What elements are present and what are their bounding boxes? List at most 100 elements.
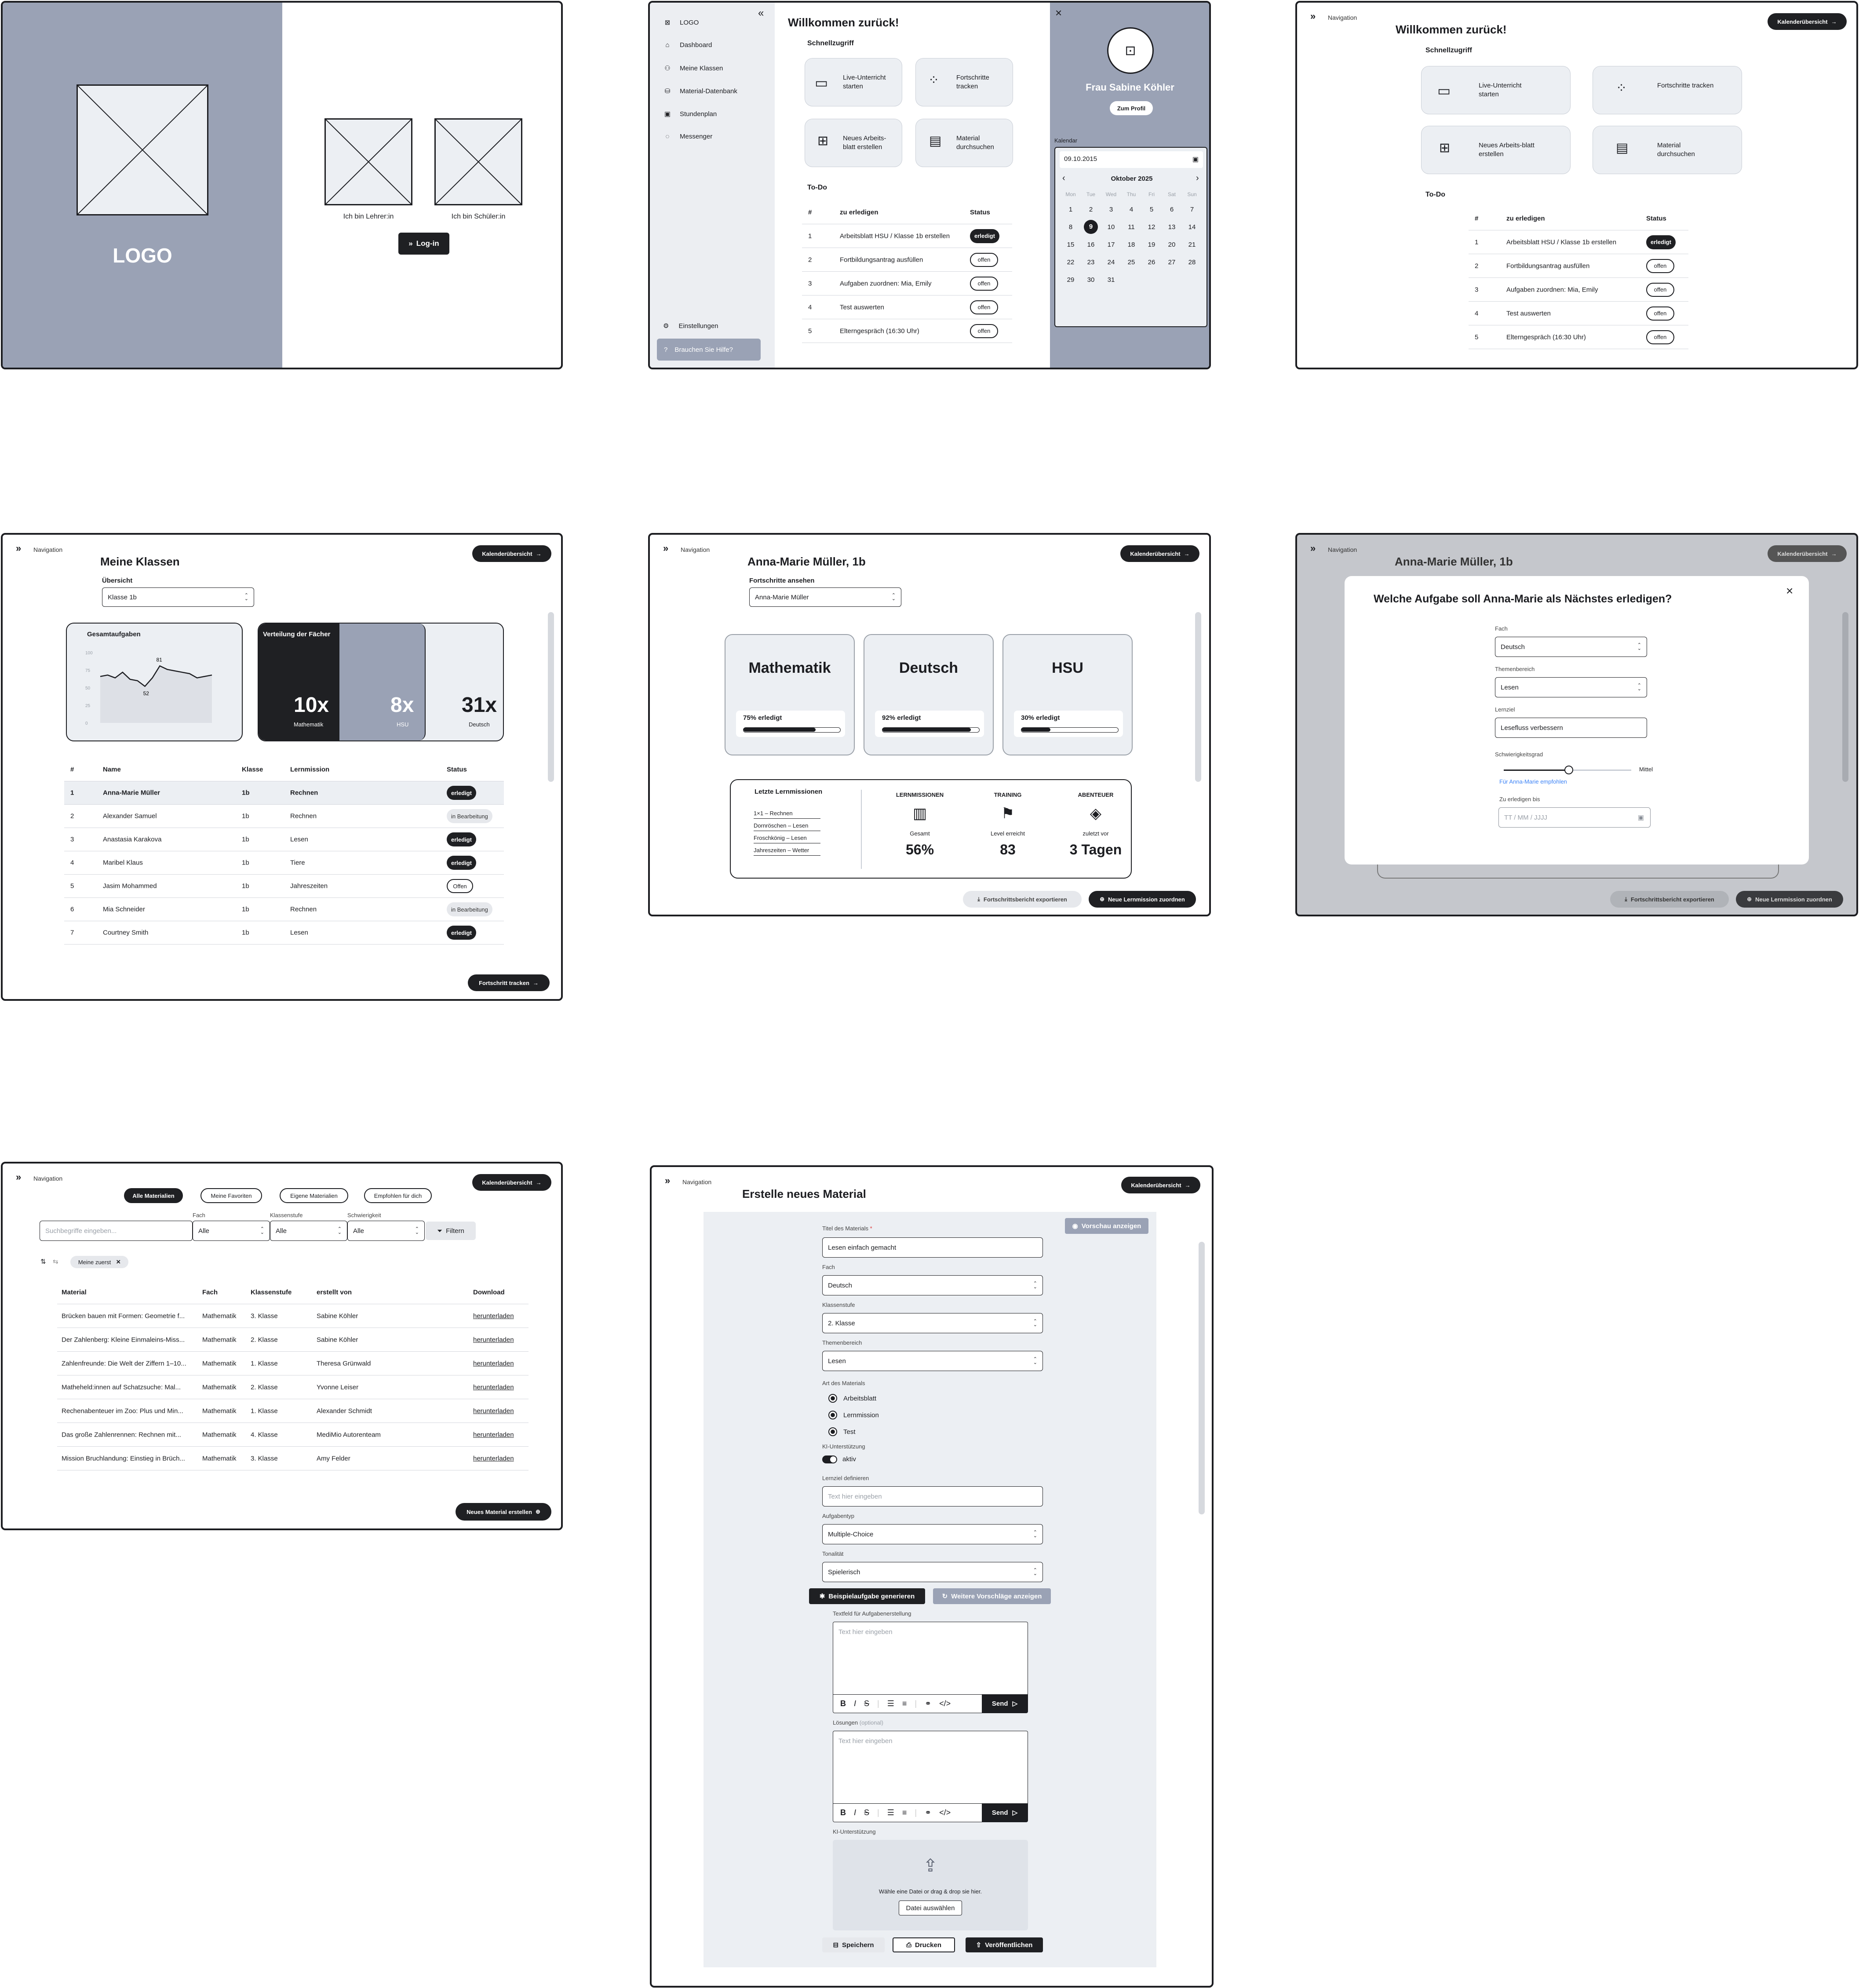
topic-select[interactable]: Lesen: [1495, 677, 1647, 697]
tone-select[interactable]: Spielerisch: [822, 1562, 1043, 1582]
calendar-day[interactable]: 19: [1141, 236, 1162, 253]
mission-item[interactable]: Froschkönig – Lesen: [754, 835, 820, 843]
todo-row[interactable]: 3 Aufgaben zuordnen: Mia, Emily offen: [802, 272, 1012, 295]
search-input[interactable]: Suchbegriffe eingeben...: [40, 1221, 193, 1241]
export-report-button[interactable]: ⤓ Fortschrittsbericht exportieren: [963, 891, 1082, 908]
profile-button[interactable]: Zum Profil: [1110, 101, 1153, 115]
recommended-link[interactable]: Für Anna-Marie empfohlen: [1499, 778, 1567, 785]
assign-mission-button[interactable]: ⊕ Neue Lernmission zuordnen: [1736, 891, 1843, 908]
bold-icon[interactable]: B: [840, 1808, 846, 1817]
ai-toggle[interactable]: [822, 1455, 837, 1463]
calendar-day[interactable]: 29: [1061, 271, 1081, 288]
calendar-day[interactable]: 25: [1121, 253, 1141, 271]
status-badge[interactable]: offen: [970, 252, 998, 267]
subject-card[interactable]: HSU 30% erledigt: [1002, 634, 1133, 755]
bullet-list-icon[interactable]: ☰: [887, 1699, 894, 1708]
table-row[interactable]: 7 Courtney Smith 1b Lesen erledigt: [64, 921, 504, 945]
material-type-radio[interactable]: Lernmission: [828, 1411, 879, 1419]
login-button[interactable]: » Log-in: [398, 233, 449, 255]
todo-row[interactable]: 1 Arbeitsblatt HSU / Klasse 1b erstellen e…: [1469, 230, 1688, 254]
status-badge[interactable]: offen: [1646, 259, 1674, 273]
link-icon[interactable]: ⚭: [925, 1699, 931, 1708]
calendar-day[interactable]: 24: [1101, 253, 1121, 271]
calendar-day[interactable]: 22: [1061, 253, 1081, 271]
nav-label[interactable]: Navigation: [682, 1178, 711, 1186]
table-row[interactable]: Brücken bauen mit Formen: Geometrie f...…: [57, 1304, 529, 1328]
download-link[interactable]: herunterladen: [473, 1407, 514, 1415]
mission-item[interactable]: 1×1 – Rechnen: [754, 810, 820, 819]
sidebar-item-2[interactable]: ⚇ Meine Klassen: [663, 64, 723, 73]
nav-expand-icon[interactable]: »: [16, 1171, 21, 1183]
goal-input[interactable]: Leseﬂuss verbessern: [1495, 718, 1647, 738]
upload-dropzone[interactable]: ⇪ Wähle eine Datei or drag & drop sie hi…: [833, 1840, 1028, 1930]
calendar-day[interactable]: 15: [1061, 236, 1081, 253]
link-icon[interactable]: ⚭: [925, 1808, 931, 1817]
todo-row[interactable]: 4 Test auswerten offen: [1469, 302, 1688, 325]
table-row[interactable]: Zahlenfreunde: Die Welt der Ziffern 1–10…: [57, 1352, 529, 1375]
italic-icon[interactable]: I: [854, 1699, 856, 1708]
todo-row[interactable]: 2 Fortbildungsantrag ausfüllen offen: [1469, 254, 1688, 278]
todo-row[interactable]: 5 Elterngespräch (16:30 Uhr) offen: [1469, 325, 1688, 349]
choose-file-button[interactable]: Datei auswählen: [899, 1900, 962, 1915]
help-button[interactable]: ? Brauchen Sie Hilfe?: [657, 339, 761, 361]
calendar-next-icon[interactable]: ›: [1196, 173, 1199, 183]
tile-live[interactable]: ▭ Live-Unterricht starten: [1421, 66, 1571, 114]
status-badge[interactable]: erledigt: [447, 856, 476, 870]
assign-mission-button[interactable]: ⊕ Neue Lernmission zuordnen: [1089, 891, 1196, 908]
calendar-day[interactable]: 1: [1061, 201, 1081, 218]
filter-tab[interactable]: Empfohlen für dich: [364, 1188, 432, 1203]
nav-expand-icon[interactable]: »: [663, 543, 668, 554]
status-badge[interactable]: offen: [970, 276, 998, 291]
code-icon[interactable]: </>: [939, 1808, 951, 1817]
calendar-day[interactable]: 20: [1162, 236, 1182, 253]
table-row[interactable]: Rechenabenteuer im Zoo: Plus und Min... M…: [57, 1399, 529, 1423]
nav-label[interactable]: Navigation: [33, 546, 62, 553]
calendar-day[interactable]: 21: [1182, 236, 1202, 253]
preview-button[interactable]: ◉ Vorschau anzeigen: [1065, 1218, 1148, 1234]
material-type-radio[interactable]: Arbeitsblatt: [828, 1394, 876, 1403]
todo-row[interactable]: 4 Test auswerten offen: [802, 295, 1012, 319]
sort-icon[interactable]: ⇅: [40, 1258, 46, 1266]
material-type-radio[interactable]: Test: [828, 1427, 856, 1436]
tile-new-sheet[interactable]: ⊞ Neues Arbeits-blatt erstellen: [805, 119, 902, 167]
numbered-list-icon[interactable]: ≡: [902, 1699, 907, 1708]
nav-expand-icon[interactable]: »: [16, 543, 21, 554]
calendar-overview-button[interactable]: Kalenderübersicht →: [1768, 13, 1847, 30]
bullet-list-icon[interactable]: ☰: [887, 1808, 894, 1817]
calendar-day[interactable]: 23: [1081, 253, 1101, 271]
nav-label[interactable]: Navigation: [1328, 546, 1357, 553]
teacher-image[interactable]: [324, 118, 412, 205]
teacher-label[interactable]: Ich bin Lehrer:in: [324, 213, 412, 221]
download-link[interactable]: herunterladen: [473, 1360, 514, 1367]
calendar-day[interactable]: 8: [1061, 218, 1081, 236]
table-row[interactable]: 4 Maribel Klaus 1b Tiere erledigt: [64, 851, 504, 875]
mission-item[interactable]: Dornröschen – Lesen: [754, 822, 820, 831]
calendar-day[interactable]: 5: [1141, 201, 1162, 218]
filter-tab[interactable]: Eigene Materialien: [280, 1188, 348, 1203]
close-icon[interactable]: ×: [1055, 6, 1062, 20]
calendar-overview-button[interactable]: Kalenderübersicht →: [1120, 545, 1199, 562]
calendar-day[interactable]: 7: [1182, 201, 1202, 218]
status-badge[interactable]: offen: [1646, 306, 1674, 321]
tile-new-sheet[interactable]: ⊞ Neues Arbeits-blatt erstellen: [1421, 126, 1571, 174]
scrollbar[interactable]: [548, 612, 554, 782]
due-date-input[interactable]: TT / MM / JJJJ ▣: [1498, 807, 1651, 828]
task-textarea[interactable]: Text hier eingeben B I S | ☰ ≡ | ⚭ </> Send ▷: [833, 1622, 1028, 1713]
status-badge[interactable]: erledigt: [447, 926, 476, 940]
sort-alt-icon[interactable]: ⇆: [53, 1258, 58, 1266]
print-button[interactable]: ⎙ Drucken: [893, 1937, 955, 1952]
subject-select[interactable]: Deutsch: [822, 1275, 1043, 1295]
status-badge[interactable]: erledigt: [447, 832, 476, 846]
status-badge[interactable]: in Bearbeitung: [447, 809, 492, 823]
todo-row[interactable]: 3 Aufgaben zuordnen: Mia, Emily offen: [1469, 278, 1688, 302]
filter-button[interactable]: ⏷ Filtern: [426, 1222, 476, 1240]
strike-icon[interactable]: S: [864, 1808, 869, 1817]
status-badge[interactable]: offen: [970, 300, 998, 314]
avatar[interactable]: ⊡: [1107, 27, 1154, 74]
grade-select[interactable]: 2. Klasse: [822, 1313, 1043, 1333]
tile-progress[interactable]: ⁘ Fortschritte tracken: [1593, 66, 1742, 114]
table-row[interactable]: Der Zahlenberg: Kleine Einmaleins-Miss..…: [57, 1328, 529, 1352]
status-badge[interactable]: offen: [1646, 282, 1674, 297]
calendar-overview-button[interactable]: Kalenderübersicht →: [1121, 1177, 1200, 1193]
scrollbar[interactable]: [1195, 612, 1201, 782]
